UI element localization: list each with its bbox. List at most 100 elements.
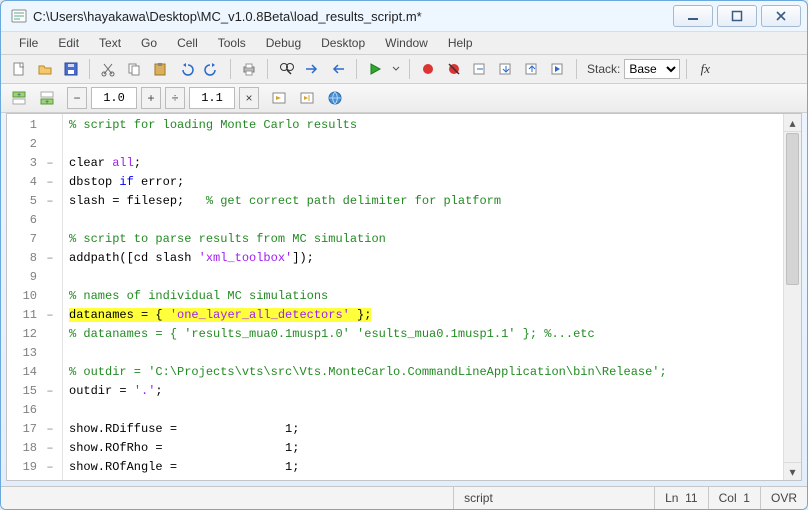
- menu-go[interactable]: Go: [131, 34, 167, 52]
- close-button[interactable]: [761, 5, 801, 27]
- gutter-row[interactable]: 2: [7, 135, 62, 154]
- decrement-button[interactable]: −: [67, 87, 87, 109]
- gutter-row[interactable]: 3–: [7, 154, 62, 173]
- code-line[interactable]: % names of individual MC simulations: [63, 287, 783, 306]
- menu-tools[interactable]: Tools: [208, 34, 256, 52]
- code-line[interactable]: [63, 344, 783, 363]
- menu-text[interactable]: Text: [89, 34, 131, 52]
- copy-icon[interactable]: [122, 57, 146, 81]
- step-out-icon[interactable]: [520, 57, 544, 81]
- clear-breakpoints-icon[interactable]: [442, 57, 466, 81]
- redo-icon[interactable]: [200, 57, 224, 81]
- code-line[interactable]: [63, 268, 783, 287]
- code-line[interactable]: slash = filesep; % get correct path deli…: [63, 192, 783, 211]
- window-title: C:\Users\hayakawa\Desktop\MC_v1.0.8Beta\…: [33, 9, 669, 24]
- code-line[interactable]: [63, 135, 783, 154]
- editor-area: □ 123–4–5–678–91011–12131415–1617–18–19–…: [6, 113, 802, 481]
- back-icon[interactable]: [326, 57, 350, 81]
- code-line[interactable]: % script for loading Monte Carlo results: [63, 116, 783, 135]
- code-line[interactable]: show.ROfAngle = 1;: [63, 458, 783, 477]
- scroll-down-icon[interactable]: ▾: [784, 462, 801, 480]
- stack-label: Stack:: [587, 62, 620, 76]
- gutter-row[interactable]: 5–: [7, 192, 62, 211]
- gutter-row[interactable]: 1: [7, 116, 62, 135]
- gutter-row[interactable]: 15–: [7, 382, 62, 401]
- gutter-row[interactable]: 17–: [7, 420, 62, 439]
- code-line[interactable]: % script to parse results from MC simula…: [63, 230, 783, 249]
- status-col: Col 1: [708, 487, 760, 509]
- line-number-gutter[interactable]: 123–4–5–678–91011–12131415–1617–18–19–: [7, 114, 63, 480]
- fx-button[interactable]: fx: [693, 57, 717, 81]
- run-dropdown-icon[interactable]: [389, 57, 403, 81]
- step-in-icon[interactable]: [494, 57, 518, 81]
- run-icon[interactable]: [363, 57, 387, 81]
- menu-window[interactable]: Window: [375, 34, 438, 52]
- increment-button[interactable]: +: [141, 87, 161, 109]
- code-line[interactable]: show.RDiffuse = 1;: [63, 420, 783, 439]
- code-line[interactable]: show.ROfRho = 1;: [63, 439, 783, 458]
- gutter-row[interactable]: 10: [7, 287, 62, 306]
- save-icon[interactable]: [59, 57, 83, 81]
- undo-icon[interactable]: [174, 57, 198, 81]
- code-line[interactable]: addpath([cd slash 'xml_toolbox']);: [63, 249, 783, 268]
- menu-bar: File Edit Text Go Cell Tools Debug Deskt…: [1, 31, 807, 55]
- svg-text:+: +: [17, 92, 21, 99]
- new-file-icon[interactable]: [7, 57, 31, 81]
- continue-icon[interactable]: [546, 57, 570, 81]
- cell-insert-above-icon[interactable]: +: [7, 86, 31, 110]
- set-breakpoint-icon[interactable]: [416, 57, 440, 81]
- menu-desktop[interactable]: Desktop: [311, 34, 375, 52]
- code-line[interactable]: % outdir = 'C:\Projects\vts\src\Vts.Mont…: [63, 363, 783, 382]
- open-file-icon[interactable]: [33, 57, 57, 81]
- minimize-button[interactable]: [673, 5, 713, 27]
- code-line[interactable]: [63, 401, 783, 420]
- gutter-row[interactable]: 8–: [7, 249, 62, 268]
- cut-icon[interactable]: [96, 57, 120, 81]
- divide-button[interactable]: ÷: [165, 87, 185, 109]
- gutter-row[interactable]: 14: [7, 363, 62, 382]
- scroll-thumb[interactable]: [786, 133, 799, 285]
- spinner-a-value[interactable]: [92, 88, 136, 108]
- maximize-button[interactable]: [717, 5, 757, 27]
- code-line[interactable]: outdir = '.';: [63, 382, 783, 401]
- gutter-row[interactable]: 19–: [7, 458, 62, 477]
- cell-insert-below-icon[interactable]: +: [35, 86, 59, 110]
- main-toolbar: Stack: Base fx: [1, 55, 807, 84]
- code-line[interactable]: clear all;: [63, 154, 783, 173]
- gutter-row[interactable]: 16: [7, 401, 62, 420]
- find-icon[interactable]: [274, 57, 298, 81]
- menu-file[interactable]: File: [9, 34, 48, 52]
- increment-spinner-a[interactable]: [91, 87, 137, 109]
- stack-select[interactable]: Base: [624, 59, 680, 79]
- gutter-row[interactable]: 7: [7, 230, 62, 249]
- step-icon[interactable]: [468, 57, 492, 81]
- code-line[interactable]: % datanames = { 'results_mua0.1musp1.0' …: [63, 325, 783, 344]
- gutter-row[interactable]: 13: [7, 344, 62, 363]
- code-line[interactable]: [63, 211, 783, 230]
- menu-help[interactable]: Help: [438, 34, 483, 52]
- code-line[interactable]: dbstop if error;: [63, 173, 783, 192]
- goto-icon[interactable]: [300, 57, 324, 81]
- code-line[interactable]: datanames = { 'one_layer_all_detectors' …: [63, 306, 783, 325]
- gutter-row[interactable]: 12: [7, 325, 62, 344]
- title-bar: C:\Users\hayakawa\Desktop\MC_v1.0.8Beta\…: [1, 1, 807, 31]
- print-icon[interactable]: [237, 57, 261, 81]
- code-view[interactable]: % script for loading Monte Carlo results…: [63, 114, 783, 480]
- menu-edit[interactable]: Edit: [48, 34, 89, 52]
- publish-icon[interactable]: [323, 86, 347, 110]
- spinner-b-value[interactable]: [190, 88, 234, 108]
- menu-cell[interactable]: Cell: [167, 34, 208, 52]
- gutter-row[interactable]: 11–: [7, 306, 62, 325]
- multiply-button[interactable]: ×: [239, 87, 259, 109]
- gutter-row[interactable]: 6: [7, 211, 62, 230]
- eval-advance-icon[interactable]: [295, 86, 319, 110]
- eval-cell-icon[interactable]: [267, 86, 291, 110]
- gutter-row[interactable]: 4–: [7, 173, 62, 192]
- vertical-scrollbar[interactable]: ▴ ▾: [783, 114, 801, 480]
- scroll-up-icon[interactable]: ▴: [784, 114, 801, 132]
- increment-spinner-b[interactable]: [189, 87, 235, 109]
- menu-debug[interactable]: Debug: [256, 34, 311, 52]
- paste-icon[interactable]: [148, 57, 172, 81]
- gutter-row[interactable]: 9: [7, 268, 62, 287]
- gutter-row[interactable]: 18–: [7, 439, 62, 458]
